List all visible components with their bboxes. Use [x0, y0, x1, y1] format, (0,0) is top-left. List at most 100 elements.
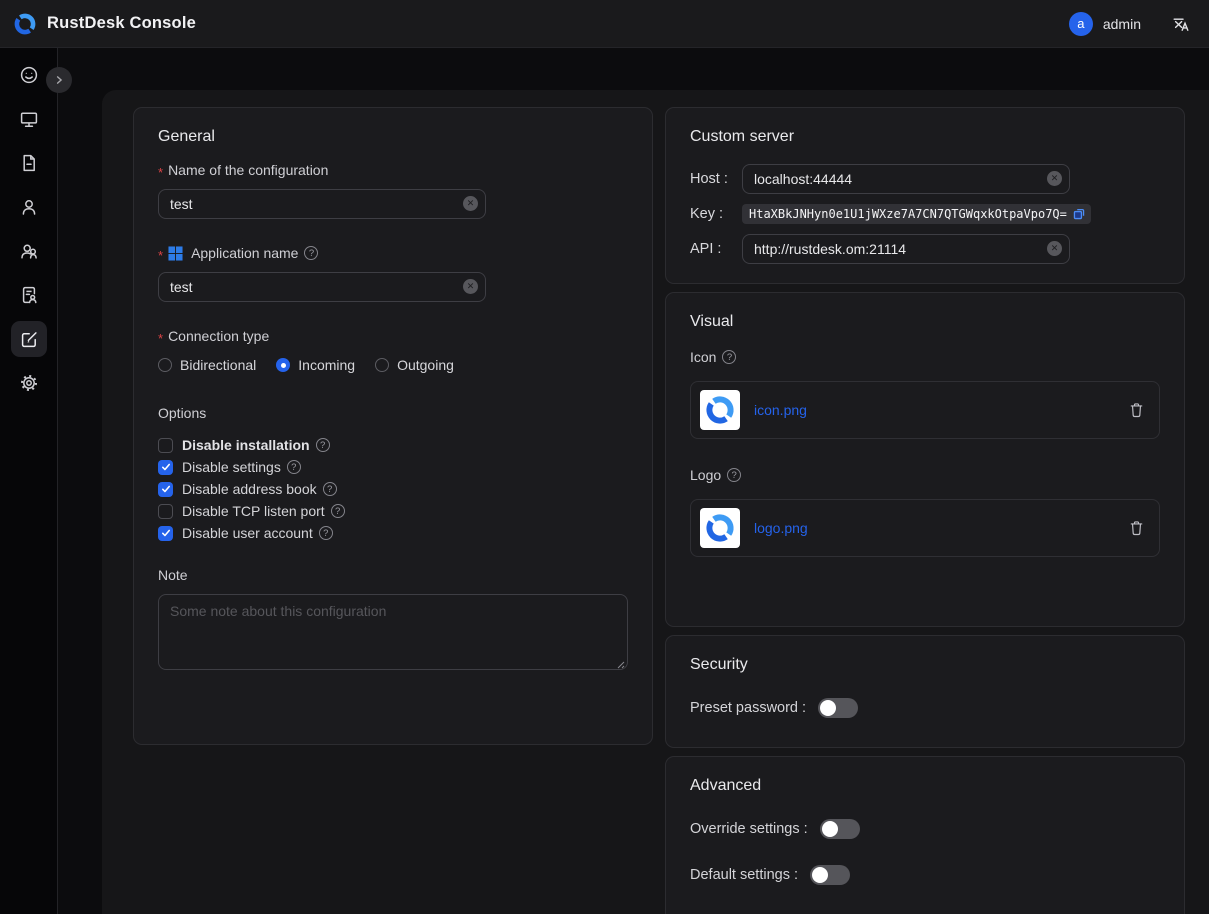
required-mark: *: [158, 165, 163, 180]
app-title: RustDesk Console: [47, 14, 196, 33]
icon-file-link[interactable]: icon.png: [754, 402, 807, 418]
config-name-input[interactable]: [158, 189, 486, 219]
radio-outgoing[interactable]: Outgoing: [375, 357, 454, 373]
override-settings-row: Override settings :: [690, 819, 1160, 839]
host-row: Host : ✕: [690, 164, 1160, 194]
checkbox-unchecked[interactable]: [158, 438, 173, 453]
clear-icon[interactable]: ✕: [1047, 171, 1062, 186]
help-icon[interactable]: ?: [319, 526, 333, 540]
options-label: Options: [158, 405, 628, 421]
api-input[interactable]: [742, 234, 1070, 264]
advanced-card: Advanced Override settings : Default set…: [665, 756, 1185, 914]
override-settings-label: Override settings :: [690, 821, 808, 837]
language-switcher-icon[interactable]: [1171, 14, 1191, 34]
option-disable-tcp-listen-port: Disable TCP listen port ?: [158, 503, 628, 519]
application-name-label: * Application name ?: [158, 245, 628, 261]
radio-icon: [158, 358, 172, 372]
api-label: API :: [690, 241, 742, 257]
note-field: [158, 594, 628, 675]
default-settings-label: Default settings :: [690, 867, 798, 883]
required-mark: *: [158, 248, 163, 263]
config-name-label: * Name of the configuration: [158, 162, 628, 178]
checkbox-checked[interactable]: [158, 482, 173, 497]
icon-label: Icon ?: [690, 349, 1160, 365]
logo-file-row: logo.png: [690, 499, 1160, 557]
help-icon[interactable]: ?: [331, 504, 345, 518]
content-panel: General * Name of the configuration ✕ * …: [102, 90, 1209, 914]
sidebar-item-settings[interactable]: [11, 365, 47, 401]
trash-icon[interactable]: [1128, 519, 1145, 537]
sidebar-item-audit-log[interactable]: [11, 277, 47, 313]
key-value: HtaXBkJNHyn0e1U1jWXze7A7CN7QTGWqxkOtpaVp…: [742, 204, 1091, 224]
clear-icon[interactable]: ✕: [1047, 241, 1062, 256]
sidebar-item-users[interactable]: [11, 189, 47, 225]
sidebar-item-dashboard[interactable]: [11, 57, 47, 93]
api-field: ✕: [742, 234, 1070, 264]
chevron-right-icon: [52, 73, 66, 87]
option-disable-user-account: Disable user account ?: [158, 525, 628, 541]
document-icon: [19, 153, 39, 173]
radio-incoming[interactable]: Incoming: [276, 357, 355, 373]
help-icon[interactable]: ?: [722, 350, 736, 364]
sidebar-item-documents[interactable]: [11, 145, 47, 181]
help-icon[interactable]: ?: [323, 482, 337, 496]
sidebar-expand-button[interactable]: [46, 67, 72, 93]
icon-file-row: icon.png: [690, 381, 1160, 439]
override-settings-toggle[interactable]: [820, 819, 860, 839]
clear-icon[interactable]: ✕: [463, 279, 478, 294]
preset-password-toggle[interactable]: [818, 698, 858, 718]
help-icon[interactable]: ?: [316, 438, 330, 452]
default-settings-toggle[interactable]: [810, 865, 850, 885]
copy-icon[interactable]: [1072, 207, 1086, 221]
logo-thumbnail: [700, 508, 740, 548]
help-icon[interactable]: ?: [727, 468, 741, 482]
sidebar-item-groups[interactable]: [11, 233, 47, 269]
host-field: ✕: [742, 164, 1070, 194]
default-settings-row: Default settings :: [690, 865, 1160, 885]
sidebar-item-devices[interactable]: [11, 101, 47, 137]
visual-title: Visual: [690, 313, 1160, 331]
gear-icon: [19, 373, 39, 393]
key-row: Key : HtaXBkJNHyn0e1U1jWXze7A7CN7QTGWqxk…: [690, 204, 1160, 224]
help-icon[interactable]: ?: [304, 246, 318, 260]
avatar-initial: a: [1077, 16, 1084, 31]
checkbox-checked[interactable]: [158, 526, 173, 541]
rustdesk-logo-icon: [12, 11, 38, 37]
radio-selected-icon: [276, 358, 290, 372]
resize-grip-icon[interactable]: [615, 659, 625, 669]
config-name-field: ✕: [158, 189, 486, 219]
note-label: Note: [158, 567, 628, 583]
edit-icon: [19, 329, 39, 349]
logo-label: Logo ?: [690, 467, 1160, 483]
option-disable-address-book: Disable address book ?: [158, 481, 628, 497]
logo-file-link[interactable]: logo.png: [754, 520, 808, 536]
preset-password-row: Preset password :: [690, 698, 1160, 718]
help-icon[interactable]: ?: [287, 460, 301, 474]
host-input[interactable]: [742, 164, 1070, 194]
trash-icon[interactable]: [1128, 401, 1145, 419]
general-card-title: General: [158, 128, 628, 146]
security-title: Security: [690, 656, 1160, 674]
sidebar-item-custom-client[interactable]: [11, 321, 47, 357]
connection-type-radio-group: Bidirectional Incoming Outgoing: [158, 357, 628, 373]
clear-icon[interactable]: ✕: [463, 196, 478, 211]
custom-server-card: Custom server Host : ✕ Key : HtaXBkJNHyn…: [665, 107, 1185, 284]
radio-icon: [375, 358, 389, 372]
radio-bidirectional[interactable]: Bidirectional: [158, 357, 256, 373]
users-group-icon: [19, 241, 39, 261]
security-card: Security Preset password :: [665, 635, 1185, 748]
username[interactable]: admin: [1103, 16, 1141, 32]
avatar[interactable]: a: [1069, 12, 1093, 36]
windows-logo-icon: [168, 246, 183, 261]
checkbox-checked[interactable]: [158, 460, 173, 475]
application-name-field: ✕: [158, 272, 486, 302]
application-name-input[interactable]: [158, 272, 486, 302]
general-card: General * Name of the configuration ✕ * …: [133, 107, 653, 745]
note-textarea[interactable]: [158, 594, 628, 670]
checkbox-unchecked[interactable]: [158, 504, 173, 519]
key-label: Key :: [690, 206, 742, 222]
api-row: API : ✕: [690, 234, 1160, 264]
custom-server-title: Custom server: [690, 128, 1160, 146]
option-disable-settings: Disable settings ?: [158, 459, 628, 475]
advanced-title: Advanced: [690, 777, 1160, 795]
